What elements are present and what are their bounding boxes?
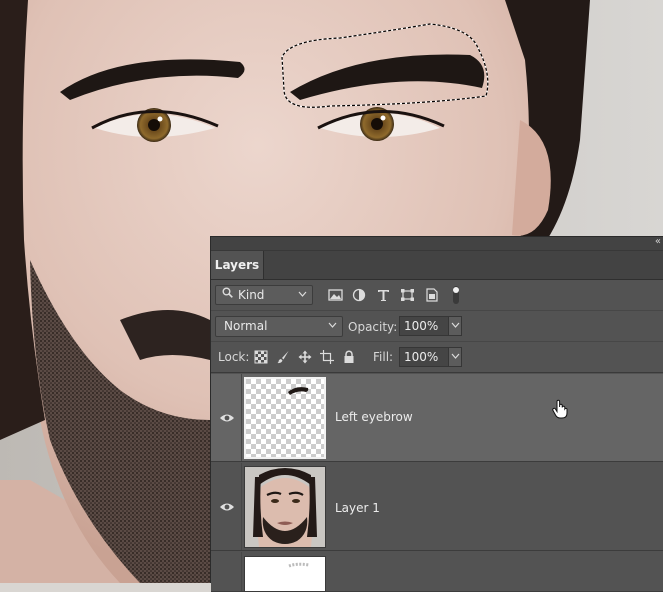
type-filter-icon[interactable] [376, 288, 391, 302]
layer-row-layer-1[interactable]: Layer 1 [211, 463, 663, 551]
lock-move-icon[interactable] [298, 350, 312, 364]
chevron-down-icon [328, 319, 337, 334]
panel-tab-bar: Layers [211, 251, 663, 280]
lock-row: Lock: Fill: 100% [211, 342, 663, 373]
fill-label: Fill: [373, 350, 394, 364]
opacity-input[interactable]: 100% [399, 316, 449, 336]
blend-mode-select[interactable]: Normal [215, 316, 343, 337]
chevron-down-icon [298, 288, 307, 303]
collapse-panel-icon[interactable]: « [655, 236, 661, 247]
blend-mode-row: Normal Opacity: 100% [211, 311, 663, 342]
filter-toggle-icon[interactable] [451, 285, 461, 305]
layer-name: Layer 1 [335, 501, 380, 515]
chevron-down-icon [451, 350, 460, 365]
smart-object-filter-icon[interactable] [424, 288, 439, 302]
tab-layers[interactable]: Layers [211, 251, 264, 279]
fill-input[interactable]: 100% [399, 347, 449, 367]
layer-thumbnail-left-eyebrow [244, 377, 326, 459]
visibility-divider [241, 374, 242, 461]
blend-mode-value: Normal [224, 319, 268, 333]
image-filter-icon[interactable] [328, 288, 343, 302]
opacity-dropdown-button[interactable] [448, 316, 462, 336]
hand-cursor-icon [552, 399, 568, 419]
opacity-label: Opacity: [348, 320, 398, 334]
opacity-value: 100% [404, 319, 439, 333]
chevron-down-icon [451, 319, 460, 334]
layer-row-background[interactable] [211, 552, 663, 592]
panel-header: « [211, 236, 663, 251]
eye-visibility-icon[interactable] [219, 412, 235, 424]
layer-thumbnail-layer-1 [244, 466, 326, 548]
visibility-divider [241, 463, 242, 550]
layers-panel: « Layers Kind Normal Opacity: 100% Lock:… [210, 236, 663, 592]
fill-dropdown-button[interactable] [448, 347, 462, 367]
adjustment-filter-icon[interactable] [352, 288, 367, 302]
lock-label: Lock: [218, 350, 250, 364]
lock-transparent-icon[interactable] [254, 350, 268, 364]
filter-kind-label: Kind [238, 288, 265, 302]
fill-value: 100% [404, 350, 439, 364]
lock-artboard-icon[interactable] [320, 350, 334, 364]
layer-thumbnail-background [244, 556, 326, 592]
search-icon [222, 287, 233, 301]
shape-filter-icon[interactable] [400, 288, 415, 302]
layer-filter-row: Kind [211, 280, 663, 311]
layer-name: Left eyebrow [335, 410, 413, 424]
lock-all-icon[interactable] [342, 350, 356, 364]
lock-paint-icon[interactable] [276, 350, 290, 364]
layer-row-left-eyebrow[interactable]: Left eyebrow [211, 374, 663, 462]
visibility-divider [241, 552, 242, 591]
eye-visibility-icon[interactable] [219, 501, 235, 513]
filter-kind-select[interactable]: Kind [215, 285, 313, 305]
